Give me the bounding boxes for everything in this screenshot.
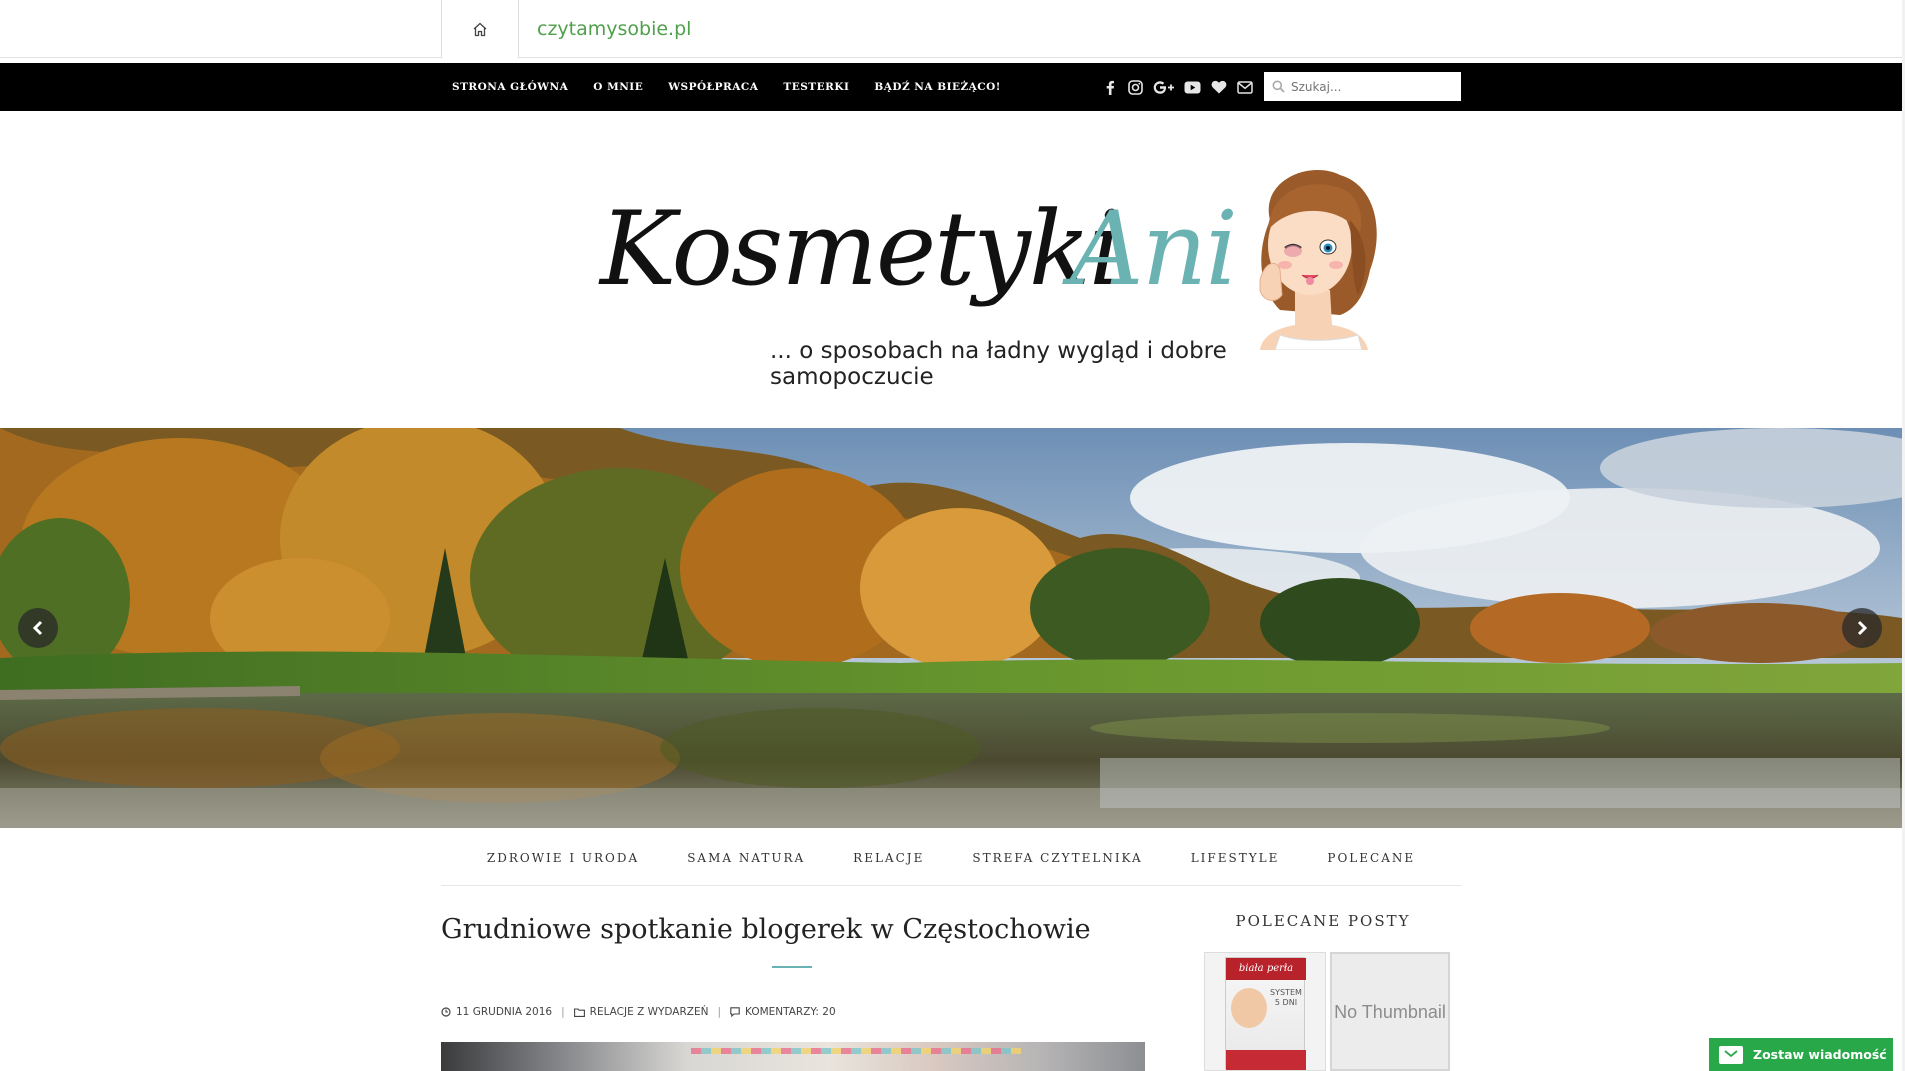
top-bar: czytamysobie.pl — [0, 0, 1905, 58]
category-health-beauty[interactable]: ZDROWIE I URODA — [487, 851, 639, 865]
youtube-icon[interactable] — [1184, 79, 1201, 96]
logo-text-ani: Ani — [1070, 190, 1238, 309]
post-category-text: RELACJE Z WYDARZEŃ — [589, 1006, 709, 1018]
facebook-icon[interactable] — [1101, 79, 1118, 96]
search-icon — [1272, 80, 1285, 93]
post-comments[interactable]: KOMENTARZY: 20 — [730, 1006, 836, 1018]
slider-next-button[interactable] — [1842, 608, 1882, 648]
search-box — [1264, 72, 1461, 101]
logo-text-kosmetyki: Kosmetyki — [600, 190, 1121, 309]
slider-image-autumn-lake — [0, 428, 1902, 828]
nav-item-testers[interactable]: TESTERKI — [783, 81, 849, 93]
category-reports[interactable]: RELACJE — [853, 851, 924, 865]
category-nature[interactable]: SAMA NATURA — [687, 851, 805, 865]
product-text: SYSTEM 5 DNI — [1270, 988, 1302, 1007]
heart-icon[interactable] — [1210, 79, 1227, 96]
category-menu: ZDROWIE I URODA SAMA NATURA RELACJE STRE… — [441, 830, 1461, 886]
leave-message-label: Zostaw wiadomość — [1753, 1047, 1887, 1062]
post-category[interactable]: RELACJE Z WYDARZEŃ — [573, 1006, 709, 1018]
home-icon — [473, 22, 487, 36]
logo-girl-illustration — [1259, 170, 1377, 350]
social-icons — [1101, 63, 1253, 111]
category-recommended[interactable]: POLECANE — [1327, 851, 1415, 865]
category-reader-zone[interactable]: STREFA CZYTELNIKA — [972, 851, 1142, 865]
leave-message-button[interactable]: Zostaw wiadomość — [1709, 1038, 1893, 1071]
post-featured-image[interactable] — [441, 1042, 1145, 1071]
envelope-icon — [1719, 1045, 1743, 1064]
chevron-left-icon — [32, 620, 43, 636]
post-date-text: 11 GRUDNIA 2016 — [456, 1006, 553, 1018]
product-face-image — [1231, 988, 1267, 1028]
mail-icon[interactable] — [1236, 79, 1253, 96]
category-lifestyle[interactable]: LIFESTYLE — [1191, 851, 1280, 865]
site-link[interactable]: czytamysobie.pl — [537, 18, 691, 40]
post-date: 11 GRUDNIA 2016 — [441, 1006, 552, 1018]
nav-item-stay-updated[interactable]: BĄDŹ NA BIEŻĄCO! — [874, 81, 1001, 93]
sidebar-title: POLECANE POSTY — [1235, 912, 1411, 930]
post-comments-text: KOMENTARZY: 20 — [745, 1006, 836, 1018]
hero-slider — [0, 428, 1902, 828]
nav-item-cooperation[interactable]: WSPÓŁPRACA — [668, 81, 758, 93]
decorative-garland — [691, 1048, 1021, 1054]
site-logo[interactable]: Kosmetyki Ani ... o sposobach na ładny w… — [590, 150, 1390, 390]
meta-separator: | — [717, 1006, 722, 1018]
instagram-icon[interactable] — [1127, 79, 1144, 96]
post-title[interactable]: Grudniowe spotkanie blogerek w Częstocho… — [441, 914, 1091, 945]
main-menu: STRONA GŁÓWNA O MNIE WSPÓŁPRACA TESTERKI… — [452, 63, 1001, 111]
no-thumbnail-text: No Thumbnail — [1334, 1001, 1446, 1022]
product-package-image: biała perła SYSTEM 5 DNI — [1225, 957, 1306, 1070]
nav-item-about[interactable]: O MNIE — [593, 81, 643, 93]
clock-icon — [441, 1007, 451, 1017]
title-divider — [772, 966, 812, 968]
recommended-post-thumb-2[interactable]: No Thumbnail — [1330, 952, 1450, 1071]
google-plus-icon[interactable] — [1153, 79, 1175, 96]
main-navbar: STRONA GŁÓWNA O MNIE WSPÓŁPRACA TESTERKI… — [0, 63, 1902, 111]
slider-prev-button[interactable] — [18, 608, 58, 648]
product-brand: biała perła — [1226, 958, 1306, 980]
post-meta: 11 GRUDNIA 2016 | RELACJE Z WYDARZEŃ | K… — [441, 1006, 836, 1018]
chevron-right-icon — [1857, 620, 1868, 636]
recommended-post-thumb-1[interactable]: biała perła SYSTEM 5 DNI — [1204, 952, 1326, 1071]
nav-item-home[interactable]: STRONA GŁÓWNA — [452, 81, 568, 93]
product-footer-stripe — [1226, 1050, 1306, 1070]
folder-icon — [573, 1007, 585, 1017]
search-input[interactable] — [1291, 79, 1451, 94]
meta-separator: | — [561, 1006, 565, 1018]
home-tab[interactable] — [441, 0, 519, 58]
comment-icon — [730, 1007, 740, 1017]
